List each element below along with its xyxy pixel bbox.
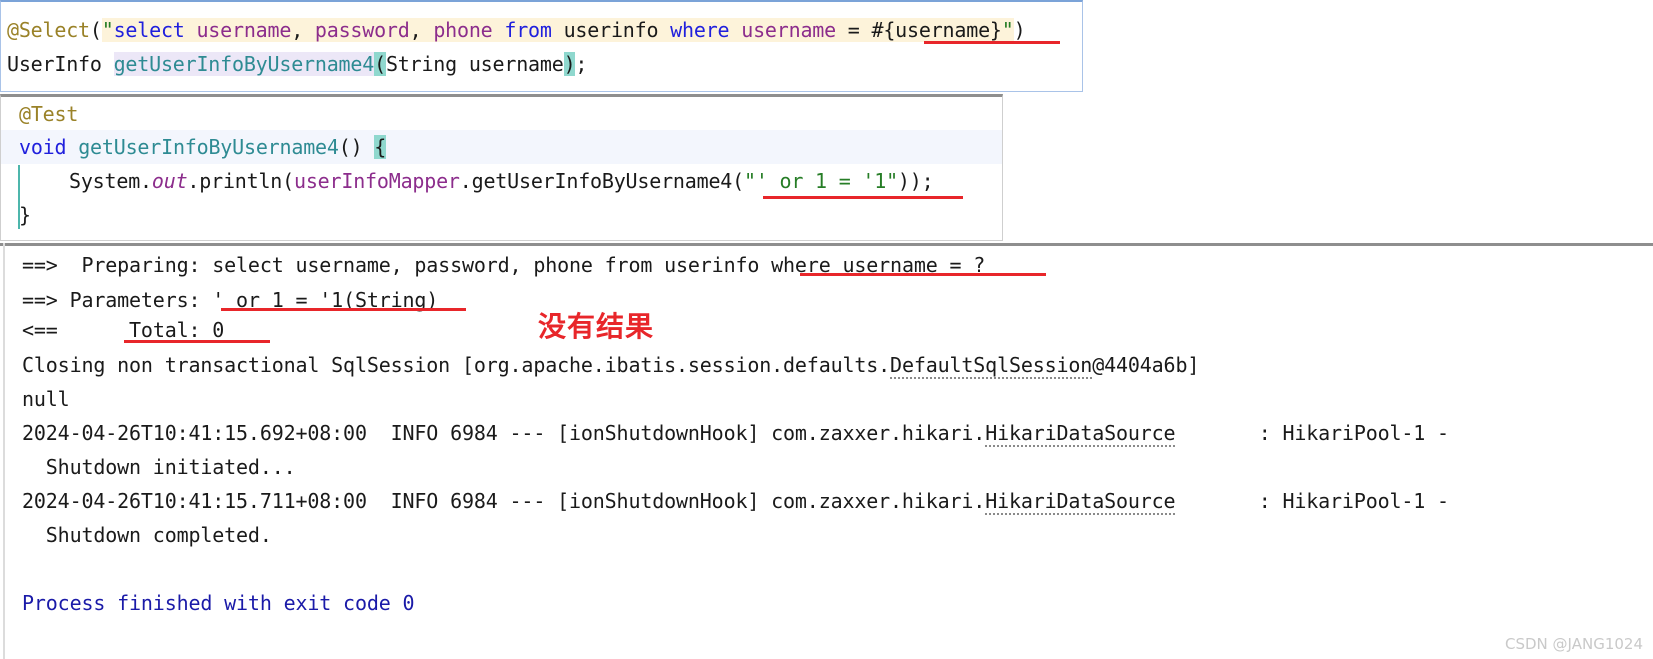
called-method-name[interactable]: getUserInfoByUsername4	[472, 169, 733, 193]
param-space	[457, 52, 469, 76]
test-annotation-line[interactable]: @Test	[19, 97, 78, 131]
console-line-hikari-shutdown-completed: 2024-04-26T10:41:15.711+08:00 INFO 6984 …	[22, 484, 1449, 518]
quote-close: "	[1001, 18, 1014, 42]
open-brace: {	[374, 135, 387, 159]
test-annotation-keyword: @Test	[19, 102, 79, 126]
keyword-void: void	[19, 135, 67, 159]
log1-wrap-text: Shutdown initiated...	[22, 455, 296, 479]
mapper-method-name[interactable]: getUserInfoByUsername4	[113, 52, 374, 76]
quote-open: "	[101, 18, 114, 42]
console-line-hikari-shutdown-initiated: 2024-04-26T10:41:15.692+08:00 INFO 6984 …	[22, 416, 1449, 450]
test-method-name[interactable]: getUserInfoByUsername4	[78, 135, 339, 159]
console-line-closing-session: Closing non transactional SqlSession [or…	[22, 348, 1199, 382]
dot-3: .	[459, 169, 472, 193]
sql-table-userinfo: userinfo	[563, 18, 659, 42]
preparing-prefix: ==> Preparing: select username, password…	[22, 253, 772, 277]
mapper-method-signature-line[interactable]: UserInfo getUserInfoByUsername4(String u…	[7, 47, 587, 81]
sig-paren-close: )	[563, 52, 576, 76]
log2-wrap-text: Shutdown completed.	[22, 523, 272, 547]
dot-2: .	[187, 169, 200, 193]
statement-tail: ));	[897, 169, 934, 193]
mapper-annotation-line[interactable]: @Select("select username, password, phon…	[7, 13, 1026, 47]
console-left-gutter	[3, 243, 5, 659]
sql-string-highlight: "select username, password, phone from u…	[101, 18, 1014, 42]
param-name-username: username	[468, 52, 564, 76]
test-method-panel: @Test void getUserInfoByUsername4() { Sy…	[0, 94, 1003, 241]
paren-close: )	[1013, 18, 1026, 42]
println-paren-open: (	[282, 169, 294, 193]
defaultsqlsession-link[interactable]: DefaultSqlSession	[890, 353, 1092, 379]
console-line-parameters: ==> Parameters: ' or 1 = '1(String)	[22, 283, 438, 317]
dot-1: .	[140, 169, 152, 193]
injection-string-literal: "' or 1 = '1"	[743, 169, 898, 193]
call-paren-open: (	[732, 169, 744, 193]
null-result-text: null	[22, 387, 70, 411]
sql-space-4	[658, 18, 670, 42]
sig-semicolon: ;	[575, 52, 588, 76]
red-underline-sql-param	[924, 41, 1060, 44]
parameters-prefix: ==> Parameters:	[22, 288, 213, 312]
sig-space	[102, 52, 114, 76]
closing-session-prefix: Closing non transactional SqlSession [or…	[22, 353, 891, 377]
test-sig-space	[66, 135, 78, 159]
close-brace: }	[19, 203, 31, 227]
out-field: out	[151, 169, 188, 193]
hikaridatasource-link-2[interactable]: HikariDataSource	[985, 489, 1176, 515]
println-method: println	[199, 169, 283, 193]
sql-comma-1: ,	[291, 18, 315, 42]
sql-space-5	[729, 18, 741, 42]
log1-suffix: : HikariPool-1 -	[1175, 421, 1449, 445]
console-line-shutdown-completed-wrap: Shutdown completed.	[22, 518, 272, 552]
sql-keyword-from: from	[504, 18, 552, 42]
sql-where-column: username	[741, 18, 836, 42]
console-line-null: null	[22, 382, 70, 416]
sql-space-2	[493, 18, 505, 42]
sql-column-password: password	[314, 18, 410, 42]
total-prefix: <==	[22, 318, 130, 342]
console-line-shutdown-initiated-wrap: Shutdown initiated...	[22, 450, 296, 484]
console-line-process-finished: Process finished with exit code 0	[22, 586, 415, 620]
sql-keyword-where: where	[670, 18, 730, 42]
sql-space-3	[552, 18, 564, 42]
closing-session-suffix: @4404a6b]	[1092, 353, 1200, 377]
red-underline-injection-string	[763, 196, 963, 199]
csdn-watermark: CSDN @JANG1024	[1505, 635, 1643, 653]
println-statement-line[interactable]: System.out.println(userInfoMapper.getUse…	[69, 164, 934, 198]
chinese-annotation-no-result: 没有结果	[538, 310, 655, 343]
red-underline-where-clause	[800, 273, 1046, 276]
log2-suffix: : HikariPool-1 -	[1175, 489, 1449, 513]
log2-prefix: 2024-04-26T10:41:15.711+08:00 INFO 6984 …	[22, 489, 986, 513]
sql-equals: =	[835, 18, 872, 42]
console-line-preparing: ==> Preparing: select username, password…	[22, 248, 985, 282]
sql-space-1	[185, 18, 197, 42]
sql-keyword-select: select	[113, 18, 185, 42]
sql-comma-2: ,	[409, 18, 434, 42]
hikaridatasource-link-1[interactable]: HikariDataSource	[985, 421, 1176, 447]
red-underline-total	[124, 340, 270, 343]
sql-column-phone: phone	[433, 18, 493, 42]
test-sig-parens: ()	[338, 135, 363, 159]
mapper-interface-panel: @Select("select username, password, phon…	[0, 0, 1083, 92]
return-type-userinfo: UserInfo	[7, 52, 102, 76]
system-class: System	[69, 169, 141, 193]
test-sig-space-2	[362, 135, 374, 159]
userinfomapper-field: userInfoMapper	[294, 169, 460, 193]
log1-prefix: 2024-04-26T10:41:15.692+08:00 INFO 6984 …	[22, 421, 986, 445]
param-type-string: String	[385, 52, 457, 76]
sig-paren-open: (	[374, 52, 386, 76]
red-underline-parameters-value	[221, 308, 466, 311]
test-method-signature-line[interactable]: void getUserInfoByUsername4() {	[19, 130, 386, 164]
select-annotation-keyword: @Select	[7, 18, 90, 42]
closing-brace-line[interactable]: }	[19, 198, 31, 232]
sql-placeholder-param: #{username}	[871, 18, 1002, 42]
sql-column-username: username	[196, 18, 292, 42]
process-finished-text: Process finished with exit code 0	[22, 591, 415, 615]
total-value: Total: 0	[129, 318, 225, 342]
paren-open: (	[89, 18, 102, 42]
